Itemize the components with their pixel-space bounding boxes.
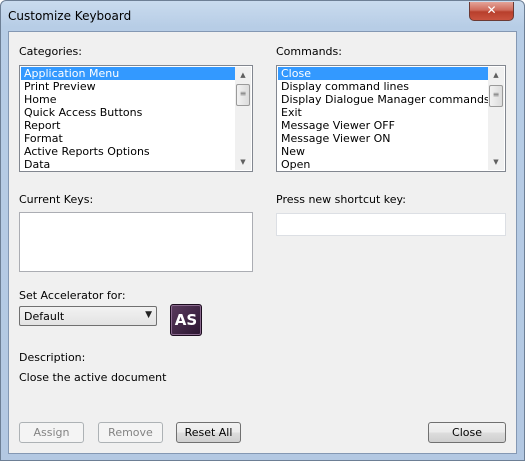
- remove-button[interactable]: Remove: [98, 422, 163, 443]
- accelerator-selected-value: Default: [24, 310, 65, 323]
- commands-list-item[interactable]: New: [278, 145, 488, 158]
- categories-list-item[interactable]: Data: [21, 158, 235, 170]
- categories-list-item[interactable]: Application Menu: [21, 67, 235, 80]
- categories-listbox[interactable]: Application Menu Print Preview Home Quick A…: [19, 65, 253, 172]
- scroll-up-arrow-icon[interactable]: ▲: [488, 67, 504, 83]
- dialog-client-area: Categories: Application Menu Print Previe…: [8, 31, 517, 454]
- scroll-thumb[interactable]: ≡: [489, 85, 503, 107]
- window-close-icon[interactable]: ✕: [469, 2, 514, 21]
- assign-button[interactable]: Assign: [19, 422, 84, 443]
- commands-items: Close Display command lines Display Dialog…: [278, 67, 488, 170]
- scroll-thumb[interactable]: ≡: [236, 84, 250, 106]
- categories-items: Application Menu Print Preview Home Quick A…: [21, 67, 235, 170]
- categories-list-item[interactable]: Report: [21, 119, 235, 132]
- commands-list-item[interactable]: Message Viewer ON: [278, 132, 488, 145]
- commands-label: Commands:: [276, 45, 342, 58]
- commands-scrollbar[interactable]: ▲ ≡ ▼: [488, 67, 504, 170]
- close-button[interactable]: Close: [428, 422, 506, 443]
- shortcut-label: Press new shortcut key:: [276, 193, 406, 206]
- accelerator-dropdown[interactable]: Default ▼: [19, 306, 157, 326]
- commands-list-item[interactable]: Message Viewer OFF: [278, 119, 488, 132]
- description-text: Close the active document: [19, 371, 167, 384]
- categories-list-item[interactable]: Home: [21, 93, 235, 106]
- commands-list-item[interactable]: Display Dialogue Manager commands: [278, 93, 488, 106]
- categories-scrollbar[interactable]: ▲ ≡ ▼: [235, 67, 251, 170]
- commands-list-item[interactable]: Close: [278, 67, 488, 80]
- categories-list-item[interactable]: Active Reports Options: [21, 145, 235, 158]
- current-keys-listbox[interactable]: [19, 212, 253, 272]
- title-bar[interactable]: Customize Keyboard ✕: [1, 1, 524, 31]
- commands-list-item[interactable]: Open: [278, 158, 488, 170]
- activereports-as-icon: AS: [170, 304, 202, 336]
- commands-listbox[interactable]: Close Display command lines Display Dialog…: [276, 65, 506, 172]
- categories-list-item[interactable]: Format: [21, 132, 235, 145]
- commands-list-item[interactable]: Exit: [278, 106, 488, 119]
- dropdown-arrow-icon: ▼: [145, 310, 152, 320]
- dialog-title: Customize Keyboard: [8, 9, 132, 23]
- categories-list-item[interactable]: Quick Access Buttons: [21, 106, 235, 119]
- scroll-down-arrow-icon[interactable]: ▼: [235, 154, 251, 170]
- categories-list-item[interactable]: Print Preview: [21, 80, 235, 93]
- commands-list-item[interactable]: Display command lines: [278, 80, 488, 93]
- reset-all-button[interactable]: Reset All: [176, 422, 241, 443]
- customize-keyboard-dialog: Customize Keyboard ✕ Categories: Applica…: [0, 0, 525, 461]
- scroll-down-arrow-icon[interactable]: ▼: [488, 154, 504, 170]
- current-keys-label: Current Keys:: [19, 193, 94, 206]
- accelerator-label: Set Accelerator for:: [19, 289, 126, 302]
- scroll-up-arrow-icon[interactable]: ▲: [235, 67, 251, 83]
- shortcut-input[interactable]: [276, 213, 506, 236]
- categories-label: Categories:: [19, 45, 82, 58]
- description-label: Description:: [19, 351, 86, 364]
